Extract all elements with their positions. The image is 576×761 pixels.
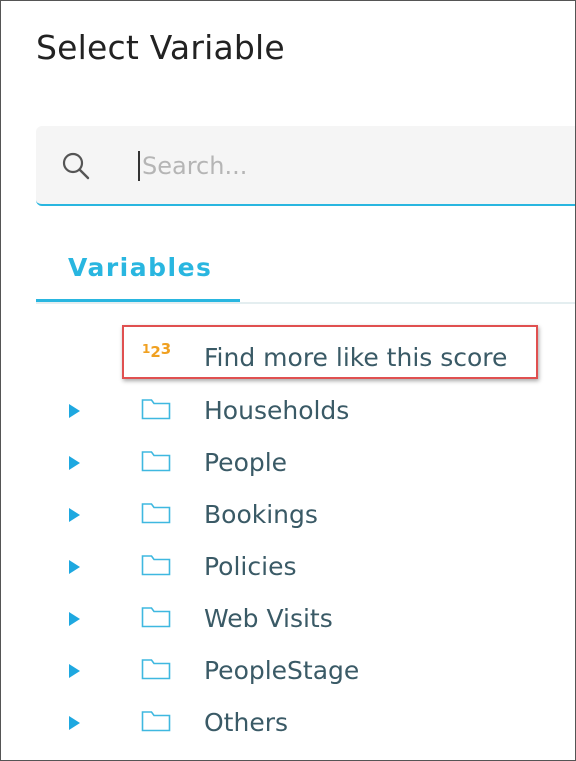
numeric-123-icon: 123 [142,340,172,361]
folder-icon [141,607,171,628]
folder-icon [141,555,171,576]
expand-arrow-icon[interactable] [69,560,80,574]
expand-arrow-icon[interactable] [69,404,80,418]
tab-divider [36,302,575,304]
expand-arrow-icon[interactable] [69,456,80,470]
folder-item-web-visits[interactable]: Web Visits [36,596,575,642]
folder-item-households[interactable]: Households [36,388,575,434]
expand-arrow-icon[interactable] [69,612,80,626]
folder-item-policies[interactable]: Policies [36,544,575,590]
folder-icon [141,659,171,680]
folder-item-others[interactable]: Others [36,700,575,746]
tab-variables[interactable]: Variables [36,249,240,303]
tab-variables-label: Variables [68,253,213,282]
folder-label: Policies [204,552,297,581]
folder-item-people[interactable]: People [36,440,575,486]
search-input[interactable] [140,144,544,188]
folder-icon [141,711,171,732]
folder-icon [141,503,171,524]
folder-icon [141,451,171,472]
expand-arrow-icon[interactable] [69,664,80,678]
dialog-title: Select Variable [36,28,285,67]
select-variable-dialog: Select Variable Variables 123 Find more … [0,0,576,761]
folder-label: PeopleStage [204,656,360,685]
search-box[interactable] [36,126,575,206]
find-more-like-this-score[interactable]: Find more like this score [204,343,507,372]
expand-arrow-icon[interactable] [69,716,80,730]
folder-label: Web Visits [204,604,333,633]
folder-label: Bookings [204,500,318,529]
expand-arrow-icon[interactable] [69,508,80,522]
folder-label: People [204,448,288,477]
folder-icon [141,399,171,420]
search-icon [62,152,90,180]
folder-item-peoplestage[interactable]: PeopleStage [36,648,575,694]
folder-label: Others [204,708,289,737]
folder-label: Households [204,396,350,425]
folder-item-bookings[interactable]: Bookings [36,492,575,538]
